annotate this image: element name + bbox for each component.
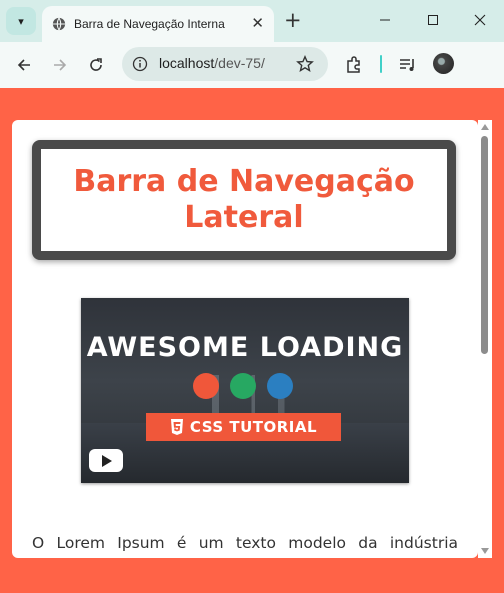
content-card: Barra de Navegação Lateral AWESOME LOADI… (12, 120, 478, 558)
close-window-button[interactable] (468, 10, 492, 30)
arrow-right-icon (54, 59, 67, 71)
bookmark-star-icon[interactable] (296, 55, 314, 73)
browser-toolbar: localhost/dev-75/ (0, 42, 504, 115)
chevron-down-icon: ▾ (18, 14, 24, 28)
scroll-up-arrow-icon[interactable] (481, 124, 489, 130)
tab-title: Barra de Navegação Interna (74, 17, 225, 31)
lorem-paragraph: O Lorem Ipsum é um texto modelo da indús… (32, 534, 458, 552)
arrow-left-icon (17, 59, 30, 71)
css3-icon (170, 419, 183, 435)
back-button[interactable] (13, 54, 35, 76)
url-text: localhost/dev-75/ (159, 55, 265, 71)
page-viewport: Barra de Navegação Lateral AWESOME LOADI… (0, 88, 504, 593)
url-host: localhost (159, 55, 215, 71)
new-tab-button[interactable]: + (284, 9, 302, 31)
page-title-line1: Barra de Navegação (73, 164, 415, 199)
tab-search-button[interactable]: ▾ (6, 7, 36, 35)
tab-close-icon[interactable]: ✕ (251, 16, 264, 31)
maximize-button[interactable] (421, 10, 445, 30)
reload-icon (90, 58, 102, 71)
media-control-icon[interactable] (398, 55, 418, 75)
close-icon (474, 14, 486, 26)
scroll-thumb[interactable] (481, 136, 488, 354)
extensions-icon[interactable] (344, 55, 364, 75)
video-thumbnail[interactable]: AWESOME LOADING CSS TUTORIAL (81, 298, 409, 483)
globe-icon (52, 17, 66, 31)
minimize-button[interactable] (373, 10, 397, 30)
loading-dot-green (230, 373, 256, 399)
video-badge: CSS TUTORIAL (146, 413, 341, 441)
toolbar-divider (380, 55, 382, 73)
tab-strip: ▾ Barra de Navegação Interna ✕ + (0, 0, 504, 42)
loading-dot-blue (267, 373, 293, 399)
maximize-icon (428, 15, 438, 25)
profile-avatar[interactable] (433, 53, 454, 74)
url-path: /dev-75/ (214, 55, 265, 71)
reload-button[interactable] (85, 54, 107, 76)
page-scrollbar[interactable] (478, 120, 492, 558)
page-heading-frame: Barra de Navegação Lateral (32, 140, 456, 260)
video-title: AWESOME LOADING (86, 332, 404, 363)
youtube-play-icon[interactable] (89, 449, 123, 472)
video-badge-text: CSS TUTORIAL (189, 418, 318, 436)
site-info-icon[interactable] (132, 56, 148, 72)
page-title-line2: Lateral (184, 200, 304, 235)
browser-tab[interactable]: Barra de Navegação Interna ✕ (42, 6, 274, 42)
loading-dot-red (193, 373, 219, 399)
minimize-icon (380, 19, 390, 21)
forward-button[interactable] (49, 54, 71, 76)
page-title: Barra de Navegação Lateral (73, 164, 414, 236)
scroll-down-arrow-icon[interactable] (481, 548, 489, 554)
address-bar[interactable]: localhost/dev-75/ (122, 47, 328, 81)
